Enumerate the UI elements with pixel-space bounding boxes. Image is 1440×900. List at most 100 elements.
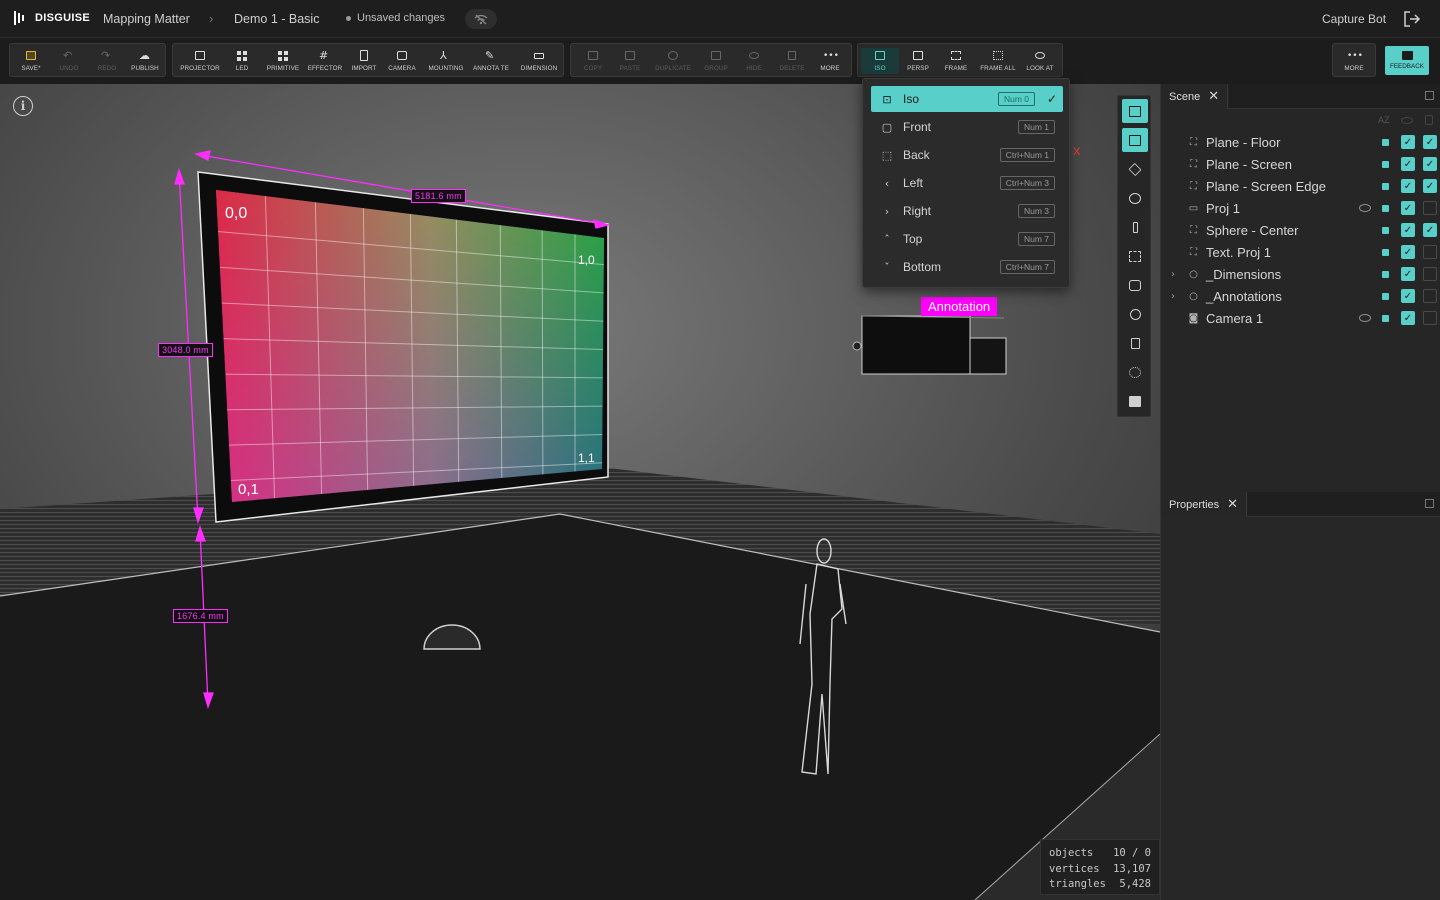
info-icon[interactable]: i	[13, 96, 33, 116]
annotate-button[interactable]: ✎ ANNOTA TE	[471, 48, 511, 74]
image-button[interactable]	[1122, 389, 1148, 413]
color-tag[interactable]	[1382, 204, 1389, 212]
dimension-button[interactable]: DIMENSION	[517, 48, 561, 74]
history-button[interactable]	[1122, 360, 1148, 384]
settings-button[interactable]	[1122, 302, 1148, 326]
eye-icon[interactable]	[1359, 204, 1371, 212]
logout-icon[interactable]	[1403, 10, 1421, 28]
properties-button[interactable]	[1122, 128, 1148, 152]
document-button[interactable]	[1122, 331, 1148, 355]
view-option-right[interactable]: › Right Num 3	[871, 198, 1063, 224]
render-checkbox[interactable]: ✓	[1423, 223, 1437, 237]
color-tag[interactable]	[1382, 248, 1389, 256]
render-checkbox[interactable]	[1423, 289, 1437, 303]
thermometer-button[interactable]	[1122, 215, 1148, 239]
scene-tree-item[interactable]: ⛶ Sphere - Center ✓ ✓	[1161, 219, 1440, 241]
gizmo-button[interactable]	[1122, 186, 1148, 210]
visibility-checkbox[interactable]: ✓	[1401, 179, 1415, 193]
delete-button[interactable]: DELETE	[773, 48, 811, 74]
view-option-left[interactable]: ‹ Left Ctrl+Num 3	[871, 170, 1063, 196]
look-at-button[interactable]: LOOK AT	[1021, 48, 1059, 74]
visibility-checkbox[interactable]: ✓	[1401, 245, 1415, 259]
disguise-logo[interactable]: DISGUISE	[14, 11, 90, 25]
scene-tree-item[interactable]: › ○ _Dimensions ✓	[1161, 263, 1440, 285]
visibility-checkbox[interactable]: ✓	[1401, 267, 1415, 281]
visibility-checkbox[interactable]: ✓	[1401, 201, 1415, 215]
color-tag[interactable]	[1382, 314, 1389, 322]
render-checkbox[interactable]: ✓	[1423, 179, 1437, 193]
visibility-checkbox[interactable]: ✓	[1401, 157, 1415, 171]
expand-chevron-icon[interactable]: ›	[1171, 269, 1175, 280]
popout-icon[interactable]	[1425, 91, 1434, 100]
visibility-header-icon[interactable]	[1401, 117, 1413, 124]
layers-button[interactable]	[1122, 157, 1148, 181]
scene-tree-item[interactable]: › ○ _Annotations ✓	[1161, 285, 1440, 307]
render-checkbox[interactable]	[1423, 267, 1437, 281]
snapshot-button[interactable]	[1122, 273, 1148, 297]
close-icon[interactable]: ✕	[1208, 89, 1219, 104]
color-tag[interactable]	[1382, 182, 1389, 190]
more-button[interactable]: ••• MORE	[1335, 48, 1373, 74]
scene-tree-item[interactable]: ⛶ Plane - Floor ✓ ✓	[1161, 131, 1440, 153]
save-button[interactable]: SAVE*	[12, 48, 50, 74]
visibility-checkbox[interactable]: ✓	[1401, 135, 1415, 149]
color-tag[interactable]	[1382, 292, 1389, 300]
undo-button[interactable]: ↶ UNDO	[50, 48, 88, 74]
publish-button[interactable]: ☁ PUBLISH	[126, 48, 164, 74]
color-tag[interactable]	[1382, 138, 1389, 146]
view-option-back[interactable]: ⬚ Back Ctrl+Num 1	[871, 142, 1063, 168]
grid-button[interactable]	[1122, 244, 1148, 268]
render-checkbox[interactable]: ✓	[1423, 135, 1437, 149]
connection-status-button[interactable]	[465, 9, 497, 29]
user-name[interactable]: Capture Bot	[1322, 12, 1386, 26]
paste-button[interactable]: PASTE	[611, 48, 649, 74]
feedback-button[interactable]: FEEDBACK	[1385, 46, 1429, 75]
more-edit-button[interactable]: ••• MORE	[811, 48, 849, 74]
color-tag[interactable]	[1382, 226, 1389, 234]
scene-tree-item[interactable]: ⛶ Text. Proj 1 ✓	[1161, 241, 1440, 263]
expand-chevron-icon[interactable]: ›	[1171, 291, 1175, 302]
led-button[interactable]: LED	[223, 48, 261, 74]
scene-tree-item[interactable]: ⛶ Plane - Screen ✓ ✓	[1161, 153, 1440, 175]
redo-button[interactable]: ↷ REDO	[88, 48, 126, 74]
visibility-checkbox[interactable]: ✓	[1401, 289, 1415, 303]
lock-header-icon[interactable]	[1425, 115, 1433, 125]
frame-button[interactable]: FRAME	[937, 48, 975, 74]
tab-properties[interactable]: Properties ✕	[1161, 492, 1248, 517]
render-checkbox[interactable]	[1423, 245, 1437, 259]
copy-button[interactable]: COPY	[574, 48, 612, 74]
view-option-front[interactable]: ▢ Front Num 1	[871, 114, 1063, 140]
frame-all-button[interactable]: FRAME ALL	[976, 48, 1020, 74]
primitive-button[interactable]: PRIMITIVE	[262, 48, 304, 74]
duplicate-button[interactable]: DUPLICATE	[651, 48, 695, 74]
group-button[interactable]: GROUP	[697, 48, 735, 74]
render-checkbox[interactable]	[1423, 311, 1437, 325]
sort-az-icon[interactable]: AZ	[1378, 115, 1390, 125]
tab-scene[interactable]: Scene ✕	[1161, 84, 1229, 109]
color-tag[interactable]	[1382, 270, 1389, 278]
mounting-button[interactable]: ⅄ MOUNTING	[424, 48, 468, 74]
render-checkbox[interactable]	[1423, 201, 1437, 215]
camera-button[interactable]: CAMERA	[383, 48, 421, 74]
persp-view-button[interactable]: PERSP	[899, 48, 937, 74]
color-tag[interactable]	[1382, 160, 1389, 168]
breadcrumb-file[interactable]: Demo 1 - Basic	[234, 12, 319, 26]
import-button[interactable]: IMPORT	[345, 48, 383, 74]
view-option-top[interactable]: ˆ Top Num 7	[871, 226, 1063, 252]
popout-icon[interactable]	[1425, 499, 1434, 508]
scene-tree-item[interactable]: ◙ Camera 1 ✓	[1161, 307, 1440, 329]
projector-button[interactable]: PROJECTOR	[178, 48, 222, 74]
scene-tree-item[interactable]: ▭ Proj 1 ✓	[1161, 197, 1440, 219]
scene-tree-button[interactable]	[1122, 99, 1148, 123]
close-icon[interactable]: ✕	[1227, 497, 1238, 512]
view-option-bottom[interactable]: ˇ Bottom Ctrl+Num 7	[871, 254, 1063, 280]
effector-button[interactable]: # EFFECTOR	[305, 48, 345, 74]
eye-icon[interactable]	[1359, 314, 1371, 322]
breadcrumb-project[interactable]: Mapping Matter	[103, 12, 190, 26]
iso-view-button[interactable]: ISO	[861, 48, 899, 74]
render-checkbox[interactable]: ✓	[1423, 157, 1437, 171]
visibility-checkbox[interactable]: ✓	[1401, 311, 1415, 325]
annotation-tag[interactable]: Annotation	[921, 297, 998, 316]
scene-tree-item[interactable]: ⛶ Plane - Screen Edge ✓ ✓	[1161, 175, 1440, 197]
visibility-checkbox[interactable]: ✓	[1401, 223, 1415, 237]
